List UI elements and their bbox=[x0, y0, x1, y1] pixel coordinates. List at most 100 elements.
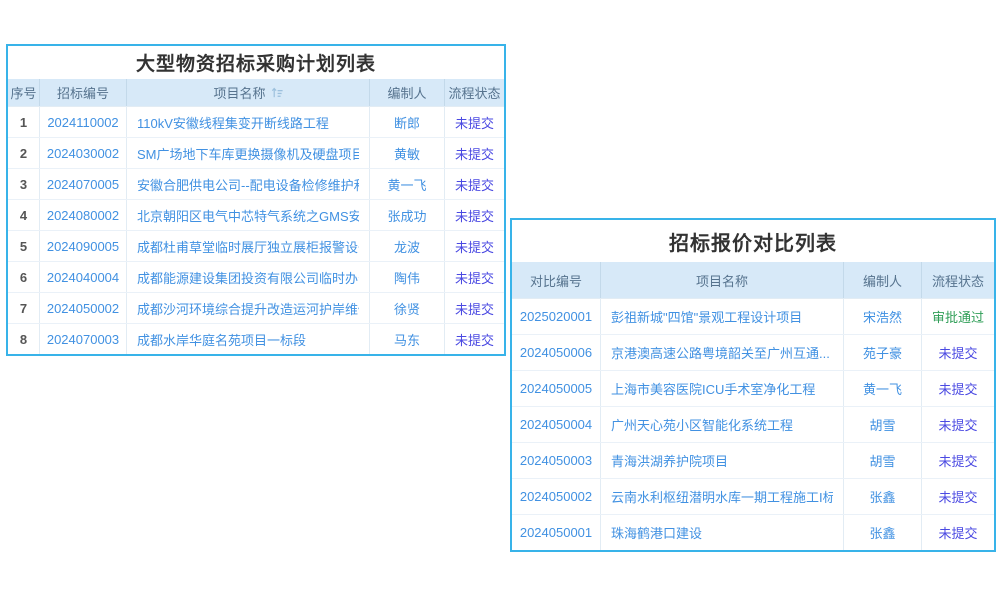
bid-number-link[interactable]: 2024070003 bbox=[47, 332, 119, 347]
status-text: 未提交 bbox=[444, 293, 504, 323]
status-text: 未提交 bbox=[921, 407, 994, 442]
table-row: 3 2024070005 安徽合肥供电公司--配电设备检修维护和改造 黄一飞 未… bbox=[8, 168, 504, 199]
project-name-link[interactable]: 珠海鹤港口建设 bbox=[611, 523, 702, 542]
project-name-cell: 云南水利枢纽潜明水库一期工程施工I标 bbox=[600, 479, 843, 514]
quote-comparison-title: 招标报价对比列表 bbox=[512, 220, 994, 262]
project-name-cell: 京港澳高速公路粤境韶关至广州互通... bbox=[600, 335, 843, 370]
project-name-link[interactable]: 成都沙河环境综合提升改造运河护岸维修改造 bbox=[137, 299, 359, 318]
bid-number-cell: 2024050002 bbox=[39, 293, 126, 323]
project-name-link[interactable]: 云南水利枢纽潜明水库一期工程施工I标 bbox=[611, 487, 833, 506]
row-index: 1 bbox=[8, 107, 39, 137]
status-text: 未提交 bbox=[921, 443, 994, 478]
table-row: 2024050002 云南水利枢纽潜明水库一期工程施工I标 张鑫 未提交 bbox=[512, 478, 994, 514]
bid-number-link[interactable]: 2024030002 bbox=[47, 146, 119, 161]
project-name-cell: 安徽合肥供电公司--配电设备检修维护和改造 bbox=[126, 169, 369, 199]
column-header-project-name: 项目名称 bbox=[600, 262, 843, 298]
comparison-number-link[interactable]: 2024050006 bbox=[520, 345, 592, 360]
comparison-number-cell: 2024050003 bbox=[512, 443, 600, 478]
project-name-cell: 110kV安徽线程集变开断线路工程 bbox=[126, 107, 369, 137]
compiler-name: 断郎 bbox=[369, 107, 444, 137]
column-header-compiler: 编制人 bbox=[843, 262, 921, 298]
row-index: 6 bbox=[8, 262, 39, 292]
table-row: 2024050006 京港澳高速公路粤境韶关至广州互通... 苑子豪 未提交 bbox=[512, 334, 994, 370]
bid-number-link[interactable]: 2024090005 bbox=[47, 239, 119, 254]
status-text: 未提交 bbox=[921, 335, 994, 370]
row-index: 8 bbox=[8, 324, 39, 354]
project-name-link[interactable]: 成都水岸华庭名苑项目一标段 bbox=[137, 330, 306, 349]
row-index: 7 bbox=[8, 293, 39, 323]
project-name-link[interactable]: 110kV安徽线程集变开断线路工程 bbox=[137, 113, 329, 132]
table-row: 2024050001 珠海鹤港口建设 张鑫 未提交 bbox=[512, 514, 994, 550]
row-index: 3 bbox=[8, 169, 39, 199]
status-text: 未提交 bbox=[444, 200, 504, 230]
status-text: 未提交 bbox=[444, 231, 504, 261]
compiler-name: 黄一飞 bbox=[843, 371, 921, 406]
project-name-link[interactable]: 彭祖新城"四馆"景观工程设计项目 bbox=[611, 307, 802, 326]
project-name-link[interactable]: 京港澳高速公路粤境韶关至广州互通... bbox=[611, 343, 830, 362]
status-text: 未提交 bbox=[444, 169, 504, 199]
bid-number-link[interactable]: 2024050002 bbox=[47, 301, 119, 316]
table-row: 2024050004 广州天心苑小区智能化系统工程 胡雪 未提交 bbox=[512, 406, 994, 442]
table-row: 8 2024070003 成都水岸华庭名苑项目一标段 马东 未提交 bbox=[8, 323, 504, 354]
column-header-comparison-number: 对比编号 bbox=[512, 262, 600, 298]
quote-comparison-panel: 招标报价对比列表 对比编号 项目名称 编制人 流程状态 2025020001 彭… bbox=[510, 218, 996, 552]
row-index: 4 bbox=[8, 200, 39, 230]
status-text: 审批通过 bbox=[921, 299, 994, 334]
table-row: 6 2024040004 成都能源建设集团投资有限公司临时办公场所... 陶伟 … bbox=[8, 261, 504, 292]
project-name-link[interactable]: 成都能源建设集团投资有限公司临时办公场所... bbox=[137, 268, 359, 287]
sort-icon[interactable] bbox=[271, 87, 283, 99]
compiler-name: 胡雪 bbox=[843, 407, 921, 442]
compiler-name: 宋浩然 bbox=[843, 299, 921, 334]
compiler-name: 陶伟 bbox=[369, 262, 444, 292]
comparison-number-link[interactable]: 2024050004 bbox=[520, 417, 592, 432]
compiler-name: 马东 bbox=[369, 324, 444, 354]
procurement-plan-body: 1 2024110002 110kV安徽线程集变开断线路工程 断郎 未提交 2 … bbox=[8, 107, 504, 354]
row-index: 5 bbox=[8, 231, 39, 261]
procurement-plan-header-row: 序号 招标编号 项目名称 编制人 流程状态 bbox=[8, 79, 504, 107]
compiler-name: 张鑫 bbox=[843, 515, 921, 550]
bid-number-link[interactable]: 2024080002 bbox=[47, 208, 119, 223]
column-header-status: 流程状态 bbox=[921, 262, 994, 298]
bid-number-link[interactable]: 2024040004 bbox=[47, 270, 119, 285]
comparison-number-cell: 2025020001 bbox=[512, 299, 600, 334]
bid-number-cell: 2024070003 bbox=[39, 324, 126, 354]
column-header-project-name[interactable]: 项目名称 bbox=[126, 79, 369, 106]
project-name-link[interactable]: 上海市美容医院ICU手术室净化工程 bbox=[611, 379, 815, 398]
quote-comparison-body: 2025020001 彭祖新城"四馆"景观工程设计项目 宋浩然 审批通过 202… bbox=[512, 299, 994, 550]
comparison-number-link[interactable]: 2024050003 bbox=[520, 453, 592, 468]
project-name-cell: 广州天心苑小区智能化系统工程 bbox=[600, 407, 843, 442]
comparison-number-link[interactable]: 2025020001 bbox=[520, 309, 592, 324]
project-name-cell: 成都杜甫草堂临时展厅独立展柜报警设备安装... bbox=[126, 231, 369, 261]
project-name-link[interactable]: 青海洪湖养护院项目 bbox=[611, 451, 728, 470]
project-name-cell: 成都水岸华庭名苑项目一标段 bbox=[126, 324, 369, 354]
project-name-link[interactable]: 安徽合肥供电公司--配电设备检修维护和改造 bbox=[137, 175, 359, 194]
project-name-link[interactable]: 广州天心苑小区智能化系统工程 bbox=[611, 415, 793, 434]
bid-number-cell: 2024030002 bbox=[39, 138, 126, 168]
bid-number-link[interactable]: 2024110002 bbox=[47, 115, 118, 130]
bid-number-link[interactable]: 2024070005 bbox=[47, 177, 119, 192]
column-header-bid-number: 招标编号 bbox=[39, 79, 126, 106]
quote-comparison-header-row: 对比编号 项目名称 编制人 流程状态 bbox=[512, 262, 994, 299]
compiler-name: 黄敏 bbox=[369, 138, 444, 168]
comparison-number-link[interactable]: 2024050002 bbox=[520, 489, 592, 504]
project-name-link[interactable]: 北京朝阳区电气中芯特气系统之GMS安装 bbox=[137, 206, 359, 225]
procurement-plan-title: 大型物资招标采购计划列表 bbox=[8, 46, 504, 79]
comparison-number-link[interactable]: 2024050001 bbox=[520, 525, 592, 540]
bid-number-cell: 2024090005 bbox=[39, 231, 126, 261]
comparison-number-cell: 2024050001 bbox=[512, 515, 600, 550]
project-name-cell: 上海市美容医院ICU手术室净化工程 bbox=[600, 371, 843, 406]
bid-number-cell: 2024110002 bbox=[39, 107, 126, 137]
comparison-number-link[interactable]: 2024050005 bbox=[520, 381, 592, 396]
procurement-plan-panel: 大型物资招标采购计划列表 序号 招标编号 项目名称 编制人 流程状态 1 202… bbox=[6, 44, 506, 356]
column-header-project-name-label: 项目名称 bbox=[213, 83, 265, 102]
project-name-link[interactable]: SM广场地下车库更换摄像机及硬盘项目 bbox=[137, 144, 359, 163]
row-index: 2 bbox=[8, 138, 39, 168]
compiler-name: 龙波 bbox=[369, 231, 444, 261]
compiler-name: 张成功 bbox=[369, 200, 444, 230]
status-text: 未提交 bbox=[444, 262, 504, 292]
project-name-link[interactable]: 成都杜甫草堂临时展厅独立展柜报警设备安装... bbox=[137, 237, 359, 256]
status-text: 未提交 bbox=[921, 515, 994, 550]
project-name-cell: 北京朝阳区电气中芯特气系统之GMS安装 bbox=[126, 200, 369, 230]
compiler-name: 黄一飞 bbox=[369, 169, 444, 199]
table-row: 7 2024050002 成都沙河环境综合提升改造运河护岸维修改造 徐贤 未提交 bbox=[8, 292, 504, 323]
